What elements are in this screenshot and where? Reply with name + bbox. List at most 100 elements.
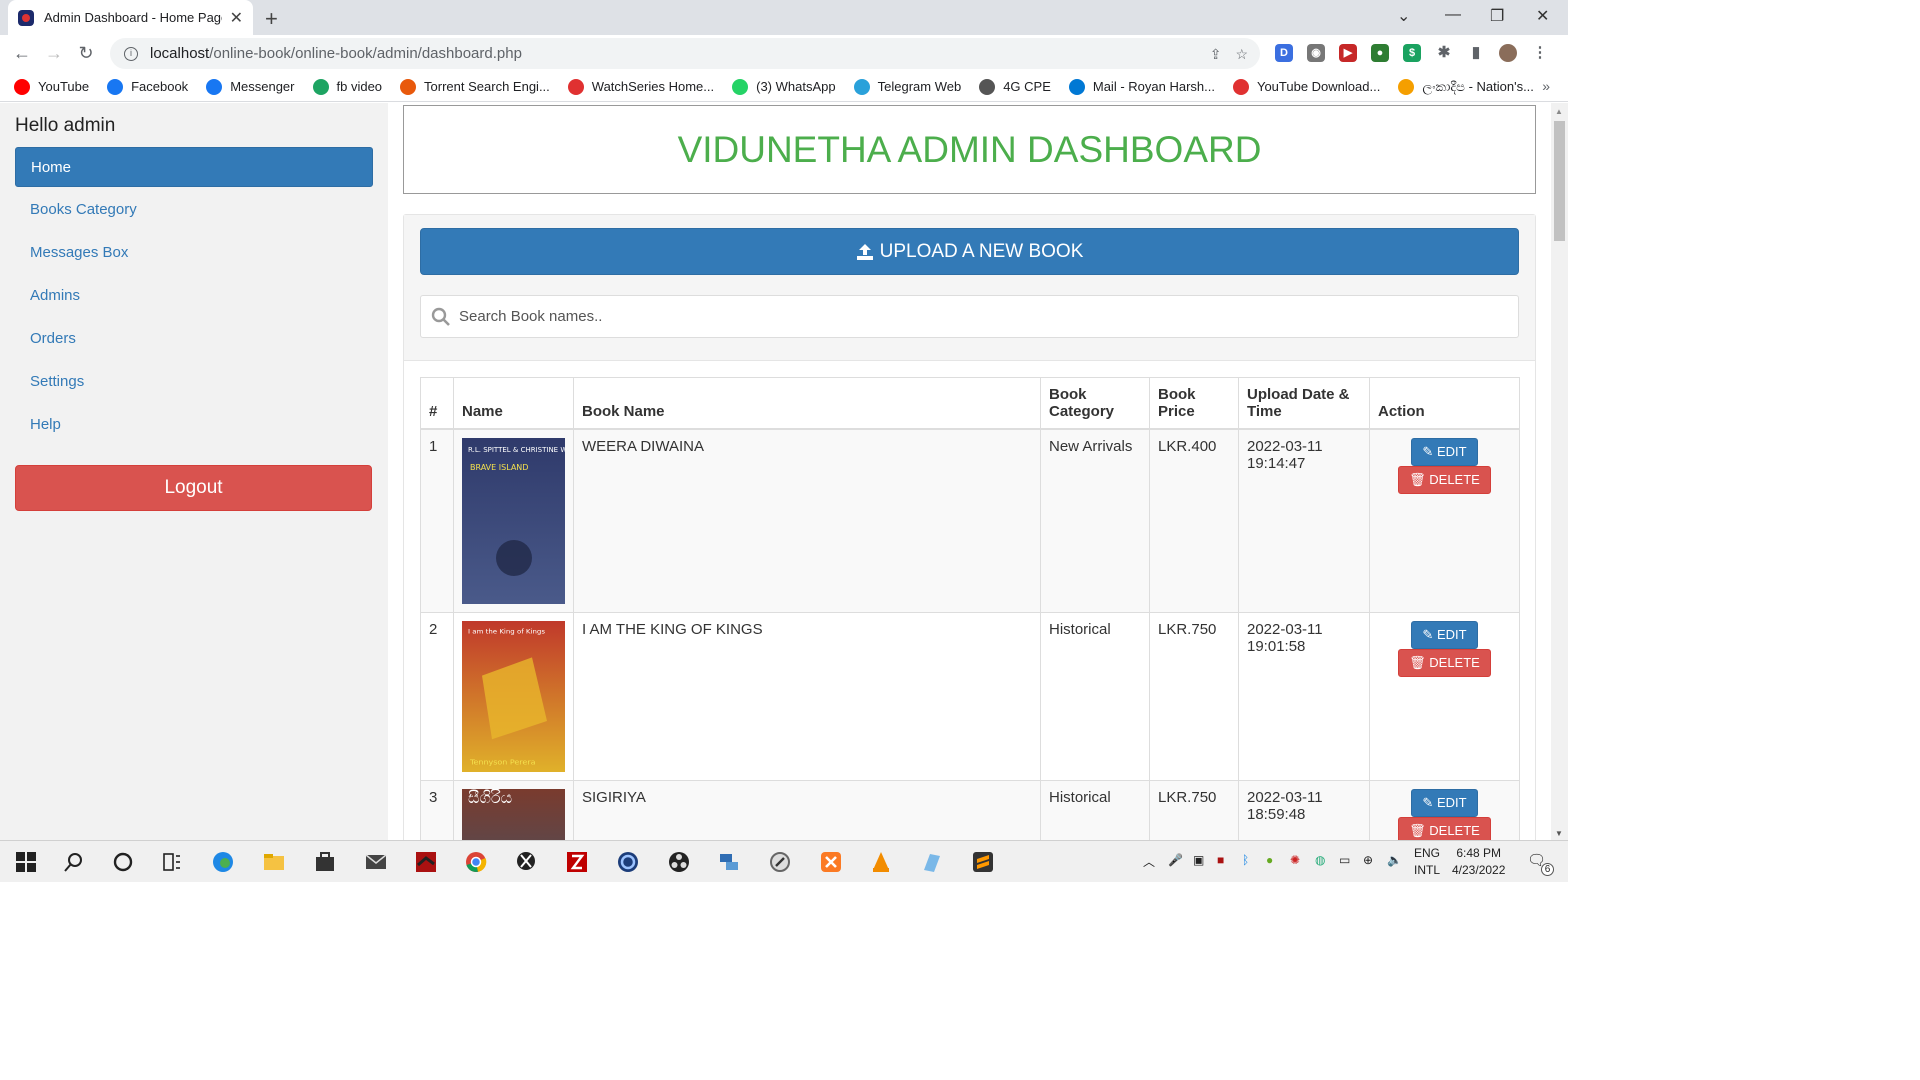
delete-label: DELETE <box>1429 655 1480 670</box>
reload-icon[interactable]: ↻ <box>70 43 102 64</box>
network-icon[interactable]: ⊕ <box>1363 853 1373 867</box>
forward-icon[interactable]: → <box>38 43 70 64</box>
bookmark-item[interactable]: Torrent Search Engi... <box>400 78 550 95</box>
page-scrollbar[interactable]: ▲ ▼ <box>1551 103 1568 840</box>
scroll-down-icon[interactable]: ▼ <box>1555 829 1563 838</box>
site-info-icon[interactable]: i <box>124 46 138 61</box>
bookmark-item[interactable]: YouTube Download... <box>1232 78 1380 95</box>
tray-antivirus-icon[interactable]: ✺ <box>1290 853 1300 867</box>
edit-button[interactable]: ✎ EDIT <box>1411 438 1478 466</box>
sidebar-item-books-category[interactable]: Books Category <box>15 190 373 230</box>
xbox-icon[interactable] <box>515 850 539 874</box>
sidebar-item-settings[interactable]: Settings <box>15 362 373 402</box>
bookmark-star-icon[interactable]: ☆ <box>1235 46 1248 63</box>
tray-app-icon[interactable]: ▣ <box>1193 853 1204 867</box>
bookmark-item[interactable]: 4G CPE <box>979 78 1051 95</box>
minimize-icon[interactable]: — <box>1445 6 1461 24</box>
extension-d-icon[interactable]: D <box>1275 44 1293 62</box>
close-window-icon[interactable]: ✕ <box>1536 6 1549 26</box>
vlc-icon[interactable] <box>869 850 893 874</box>
back-icon[interactable]: ← <box>6 43 38 64</box>
battery-icon[interactable]: ▭ <box>1339 853 1350 867</box>
edit-button[interactable]: ✎ EDIT <box>1411 789 1478 817</box>
windows-start-icon[interactable] <box>14 850 38 874</box>
sidebar-item-help[interactable]: Help <box>15 405 373 445</box>
microphone-icon[interactable]: 🎤 <box>1168 853 1183 867</box>
tray-globe-icon[interactable]: ◍ <box>1315 853 1325 867</box>
camera-extension-icon[interactable]: ◉ <box>1307 44 1325 62</box>
scroll-up-icon[interactable]: ▲ <box>1555 107 1563 116</box>
bookmark-item[interactable]: fb video <box>312 78 382 95</box>
tab-search-icon[interactable]: ⌄ <box>1397 6 1410 26</box>
input-language[interactable]: ENG INTL <box>1414 845 1440 879</box>
sublime-icon[interactable] <box>971 850 995 874</box>
xampp-icon[interactable] <box>819 850 843 874</box>
store-icon[interactable] <box>313 850 337 874</box>
browser-o-icon[interactable] <box>616 850 640 874</box>
edit-button[interactable]: ✎ EDIT <box>1411 621 1478 649</box>
delete-button[interactable]: 🗑 DELETE <box>1398 649 1491 677</box>
file-explorer-icon[interactable] <box>262 850 286 874</box>
delete-button[interactable]: 🗑 DELETE <box>1398 466 1491 494</box>
globe-extension-icon[interactable]: ● <box>1371 44 1389 62</box>
task-view-icon[interactable] <box>160 850 184 874</box>
address-bar[interactable]: i localhost/online-book/online-book/admi… <box>110 38 1260 69</box>
book-cover-image[interactable]: සීගිරිය <box>462 789 565 840</box>
pencil-icon: ✎ <box>1422 627 1437 642</box>
logout-button[interactable]: Logout <box>15 465 372 511</box>
bookmark-label: Messenger <box>230 79 295 94</box>
bookmark-item[interactable]: Facebook <box>107 78 188 95</box>
edge-icon[interactable] <box>211 850 235 874</box>
delete-button[interactable]: 🗑 DELETE <box>1398 817 1491 840</box>
chrome-icon[interactable] <box>464 850 488 874</box>
tray-green-icon[interactable]: ● <box>1266 853 1273 867</box>
search-icon <box>431 307 450 326</box>
tool-icon[interactable] <box>768 850 792 874</box>
sidebar-item-home[interactable]: Home <box>15 147 373 187</box>
new-tab-icon[interactable]: + <box>265 6 278 32</box>
sidebar-item-messages-box[interactable]: Messages Box <box>15 233 373 273</box>
bluetooth-icon[interactable]: ᛒ <box>1242 853 1249 867</box>
video-extension-icon[interactable]: ▶ <box>1339 44 1357 62</box>
trash-icon: 🗑 <box>1409 823 1430 838</box>
upload-book-button[interactable]: UPLOAD A NEW BOOK <box>420 228 1519 275</box>
tray-overflow-icon[interactable]: ︿ <box>1143 853 1155 870</box>
cortana-icon[interactable] <box>111 850 135 874</box>
browser-tab[interactable]: Admin Dashboard - Home Page ✕ <box>8 0 253 35</box>
book-cover-image[interactable]: I am the King of Kings Tennyson Perera <box>462 621 565 772</box>
search-input[interactable] <box>459 308 1459 325</box>
notepad-icon[interactable] <box>920 850 944 874</box>
system-clock[interactable]: 6:48 PM 4/23/2022 <box>1452 845 1505 879</box>
menu-kebab-icon[interactable]: ⋮ <box>1531 44 1549 62</box>
book-price: LKR.750 <box>1149 612 1239 781</box>
close-tab-icon[interactable]: ✕ <box>230 8 243 28</box>
bookmark-item[interactable]: Mail - Royan Harsh... <box>1068 78 1215 95</box>
sidebar-item-orders[interactable]: Orders <box>15 319 373 359</box>
restore-icon[interactable]: ❐ <box>1490 6 1504 26</box>
share-icon[interactable]: ⇪ <box>1210 46 1222 63</box>
search-taskbar-icon[interactable] <box>62 850 86 874</box>
book-cover-image[interactable]: R.L. SPITTEL & CHRISTINE WILSON BRAVE ISL… <box>462 438 565 604</box>
green-extension-icon[interactable]: $ <box>1403 44 1421 62</box>
obs-icon[interactable] <box>667 850 691 874</box>
scrollbar-thumb[interactable] <box>1554 121 1565 241</box>
sidebar-item-admins[interactable]: Admins <box>15 276 373 316</box>
volume-icon[interactable]: 🔈 <box>1387 853 1402 867</box>
bookmark-item[interactable]: Messenger <box>206 78 295 95</box>
bookmark-item[interactable]: ලංකාදීප - Nation's... <box>1398 78 1534 95</box>
app-red-icon[interactable] <box>414 850 438 874</box>
extensions-puzzle-icon[interactable]: ✱ <box>1435 44 1453 62</box>
tray-red-icon[interactable]: ■ <box>1217 853 1224 867</box>
side-panel-icon[interactable]: ▮ <box>1467 44 1485 62</box>
mail-icon[interactable] <box>364 850 388 874</box>
edit-label: EDIT <box>1436 795 1467 810</box>
profile-avatar[interactable] <box>1499 44 1517 62</box>
filezilla-icon[interactable] <box>565 850 589 874</box>
bookmark-item[interactable]: WatchSeries Home... <box>567 78 714 95</box>
bookmark-item[interactable]: Telegram Web <box>853 78 961 95</box>
network-app-icon[interactable] <box>717 850 741 874</box>
bookmark-item[interactable]: YouTube <box>14 78 89 95</box>
more-bookmarks-icon[interactable]: » <box>1542 78 1550 94</box>
upload-time: 19:01:58 <box>1247 638 1306 655</box>
bookmark-item[interactable]: (3) WhatsApp <box>732 78 836 95</box>
